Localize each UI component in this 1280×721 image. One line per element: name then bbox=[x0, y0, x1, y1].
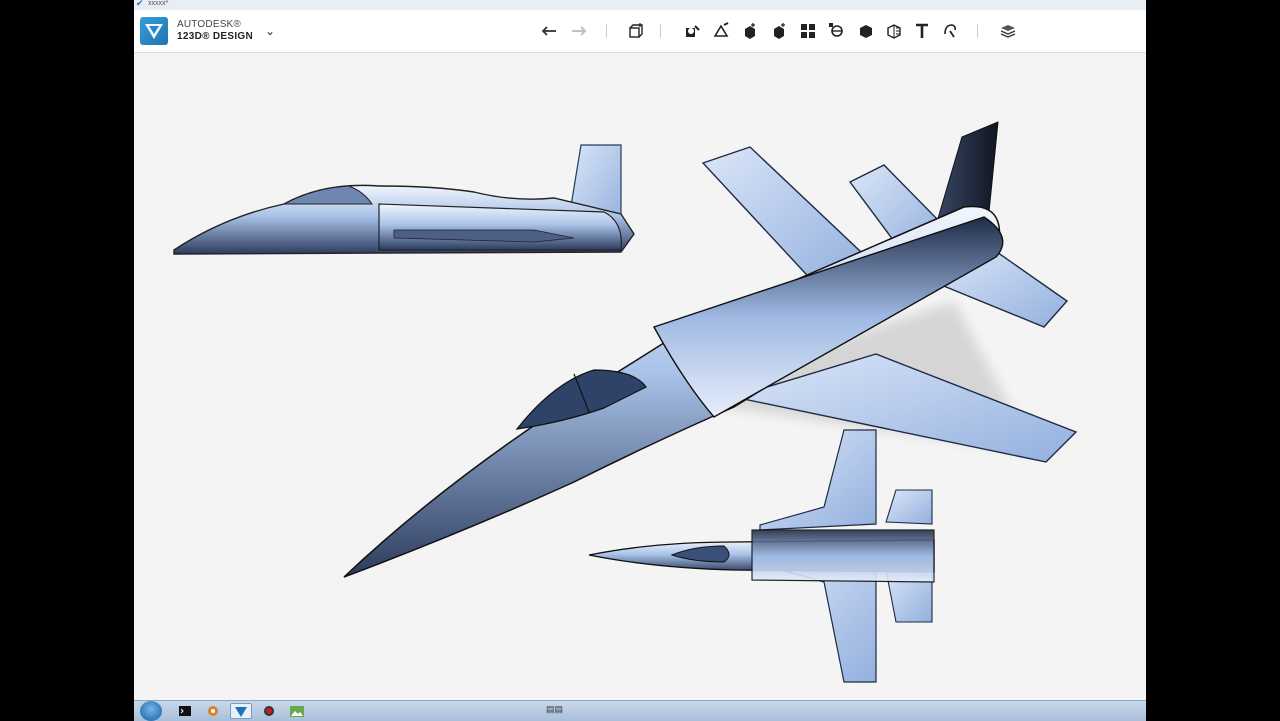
modify-icon[interactable] bbox=[739, 20, 761, 42]
tools-icon[interactable] bbox=[202, 703, 224, 719]
app-window: ✔ xxxxx* AUTODESK® 123D® DESIGN ⌄ bbox=[134, 0, 1146, 720]
toolbar-separator bbox=[977, 24, 978, 38]
main-toolbar: AUTODESK® 123D® DESIGN ⌄ bbox=[134, 10, 1146, 53]
top-view-wing-upper bbox=[759, 429, 877, 531]
text-icon[interactable] bbox=[911, 20, 933, 42]
pattern-icon[interactable] bbox=[768, 20, 790, 42]
snap-icon[interactable] bbox=[939, 20, 961, 42]
redo-icon[interactable] bbox=[567, 20, 589, 42]
image-viewer-icon[interactable] bbox=[286, 703, 308, 719]
toolbar-separator bbox=[660, 24, 661, 38]
top-view-intake bbox=[751, 529, 935, 583]
grouping-icon[interactable] bbox=[797, 20, 819, 42]
cmd-icon[interactable] bbox=[174, 703, 196, 719]
app-logo-icon[interactable] bbox=[140, 17, 168, 45]
primitives-icon[interactable] bbox=[625, 20, 647, 42]
brand-product: 123D® DESIGN bbox=[177, 31, 253, 42]
toolbar-separator bbox=[606, 24, 607, 38]
brand-company: AUTODESK® bbox=[177, 19, 241, 30]
undo-icon[interactable] bbox=[539, 20, 561, 42]
side-view-intake bbox=[378, 203, 622, 251]
record-icon[interactable] bbox=[258, 703, 280, 719]
window-icon: ✔ bbox=[136, 0, 144, 8]
app-menu-chevron-icon[interactable]: ⌄ bbox=[265, 24, 275, 38]
side-view-model[interactable] bbox=[173, 144, 635, 255]
3d-viewport[interactable] bbox=[134, 52, 1146, 700]
top-view-tail-upper bbox=[885, 489, 933, 525]
start-button[interactable] bbox=[140, 701, 162, 721]
os-taskbar: ▤▤ bbox=[134, 700, 1146, 721]
top-view-model[interactable] bbox=[588, 429, 935, 683]
system-tray[interactable]: ▤▤ bbox=[546, 704, 563, 715]
material-icon[interactable] bbox=[997, 20, 1019, 42]
sketch-icon[interactable] bbox=[681, 20, 703, 42]
measure-icon[interactable] bbox=[855, 20, 877, 42]
solid-icon[interactable] bbox=[883, 20, 905, 42]
window-title: xxxxx* bbox=[148, 0, 169, 7]
123d-design-icon[interactable] bbox=[230, 703, 252, 719]
construct-icon[interactable] bbox=[710, 20, 732, 42]
combine-icon[interactable] bbox=[826, 20, 848, 42]
